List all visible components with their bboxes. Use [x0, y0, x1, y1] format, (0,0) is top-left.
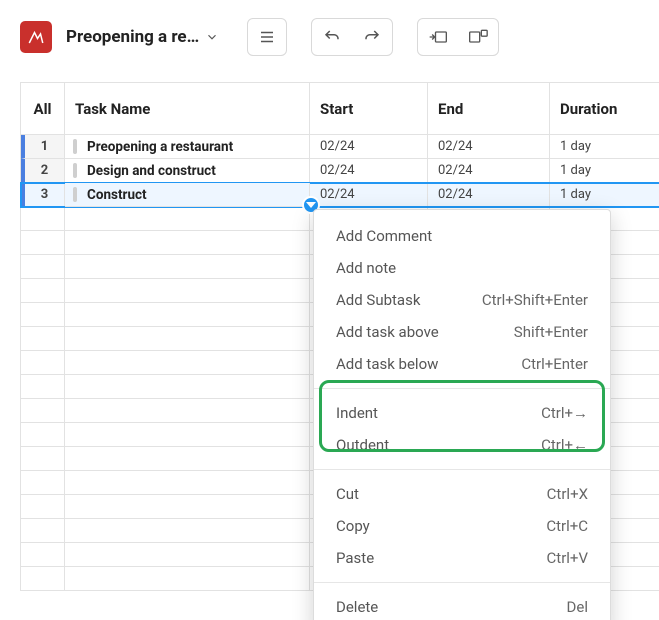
- menu-shortcut: Ctrl+C: [546, 517, 588, 535]
- task-duration[interactable]: 1 day: [550, 135, 659, 159]
- task-duration[interactable]: 1 day: [550, 183, 659, 207]
- task-duration[interactable]: 1 day: [550, 159, 659, 183]
- menu-label: Copy: [336, 517, 370, 535]
- menu-shortcut: Shift+Enter: [514, 323, 588, 341]
- task-name[interactable]: Design and construct: [65, 159, 310, 183]
- menu-shortcut: Ctrl+←: [541, 436, 588, 454]
- insert-left-button[interactable]: [418, 19, 458, 55]
- table-row[interactable]: 1 Preopening a restaurant 02/24 02/24 1 …: [21, 135, 659, 159]
- undo-button[interactable]: [312, 19, 352, 55]
- menu-add-subtask[interactable]: Add Subtask Ctrl+Shift+Enter: [314, 284, 610, 316]
- menu-copy[interactable]: Copy Ctrl+C: [314, 510, 610, 542]
- redo-button[interactable]: [352, 19, 392, 55]
- redo-icon: [363, 28, 381, 46]
- menu-label: Add note: [336, 259, 396, 277]
- task-end[interactable]: 02/24: [428, 135, 550, 159]
- undo-redo-group: [311, 18, 393, 56]
- menu-shortcut: Del: [567, 598, 588, 616]
- table-row-selected[interactable]: 3 Construct 02/24 02/24 1 day: [21, 183, 659, 207]
- row-number[interactable]: 3: [21, 183, 65, 207]
- menu-separator: [314, 469, 610, 470]
- menu-label: Add task above: [336, 323, 439, 341]
- task-end[interactable]: 02/24: [428, 183, 550, 207]
- layout-group: [417, 18, 499, 56]
- menu-label: Add Comment: [336, 227, 432, 245]
- menu-label: Add task below: [336, 355, 438, 373]
- menu-shortcut: Ctrl+V: [547, 549, 588, 567]
- menu-label: Indent: [336, 404, 378, 422]
- insert-left-icon: [428, 29, 448, 45]
- row-number[interactable]: 2: [21, 159, 65, 183]
- top-toolbar: Preopening a re…: [0, 0, 659, 70]
- menu-shortcut: Ctrl+Enter: [521, 355, 588, 373]
- table-header-row: All Task Name Start End Duration: [21, 83, 659, 135]
- hamburger-icon: [258, 28, 276, 46]
- header-all[interactable]: All: [21, 83, 65, 135]
- task-name[interactable]: Preopening a restaurant: [65, 135, 310, 159]
- logo-icon: [27, 28, 45, 46]
- menu-paste[interactable]: Paste Ctrl+V: [314, 542, 610, 574]
- menu-shortcut: Ctrl+X: [547, 485, 588, 503]
- task-end[interactable]: 02/24: [428, 159, 550, 183]
- menu-add-task-below[interactable]: Add task below Ctrl+Enter: [314, 348, 610, 380]
- menu-label: Cut: [336, 485, 359, 503]
- menu-separator: [314, 582, 610, 583]
- menu-shortcut: Ctrl+Shift+Enter: [482, 291, 588, 309]
- menu-delete[interactable]: Delete Del: [314, 591, 610, 620]
- menu-label: Outdent: [336, 436, 389, 454]
- header-duration[interactable]: Duration: [550, 83, 659, 135]
- table-row[interactable]: 2 Design and construct 02/24 02/24 1 day: [21, 159, 659, 183]
- task-start[interactable]: 02/24: [310, 159, 428, 183]
- task-start[interactable]: 02/24: [310, 183, 428, 207]
- app-logo-button[interactable]: [20, 21, 52, 53]
- menu-button[interactable]: [247, 18, 287, 56]
- task-start[interactable]: 02/24: [310, 135, 428, 159]
- menu-label: Add Subtask: [336, 291, 420, 309]
- header-start[interactable]: Start: [310, 83, 428, 135]
- insert-right-icon: [468, 29, 488, 45]
- menu-label: Paste: [336, 549, 374, 567]
- menu-add-comment[interactable]: Add Comment: [314, 220, 610, 252]
- menu-indent[interactable]: Indent Ctrl+→: [314, 397, 610, 429]
- menu-shortcut: Ctrl+→: [541, 404, 588, 422]
- menu-add-note[interactable]: Add note: [314, 252, 610, 284]
- context-menu: Add Comment Add note Add Subtask Ctrl+Sh…: [313, 209, 611, 620]
- row-number[interactable]: 1: [21, 135, 65, 159]
- project-title-text: Preopening a re…: [66, 27, 199, 47]
- undo-icon: [323, 28, 341, 46]
- task-name[interactable]: Construct: [65, 183, 310, 207]
- menu-cut[interactable]: Cut Ctrl+X: [314, 478, 610, 510]
- menu-add-task-above[interactable]: Add task above Shift+Enter: [314, 316, 610, 348]
- menu-outdent[interactable]: Outdent Ctrl+←: [314, 429, 610, 461]
- chevron-down-icon: [205, 30, 219, 44]
- menu-separator: [314, 388, 610, 389]
- menu-label: Delete: [336, 598, 378, 616]
- insert-right-button[interactable]: [458, 19, 498, 55]
- header-taskname[interactable]: Task Name: [65, 83, 310, 135]
- project-title-dropdown[interactable]: Preopening a re…: [62, 23, 223, 51]
- header-end[interactable]: End: [428, 83, 550, 135]
